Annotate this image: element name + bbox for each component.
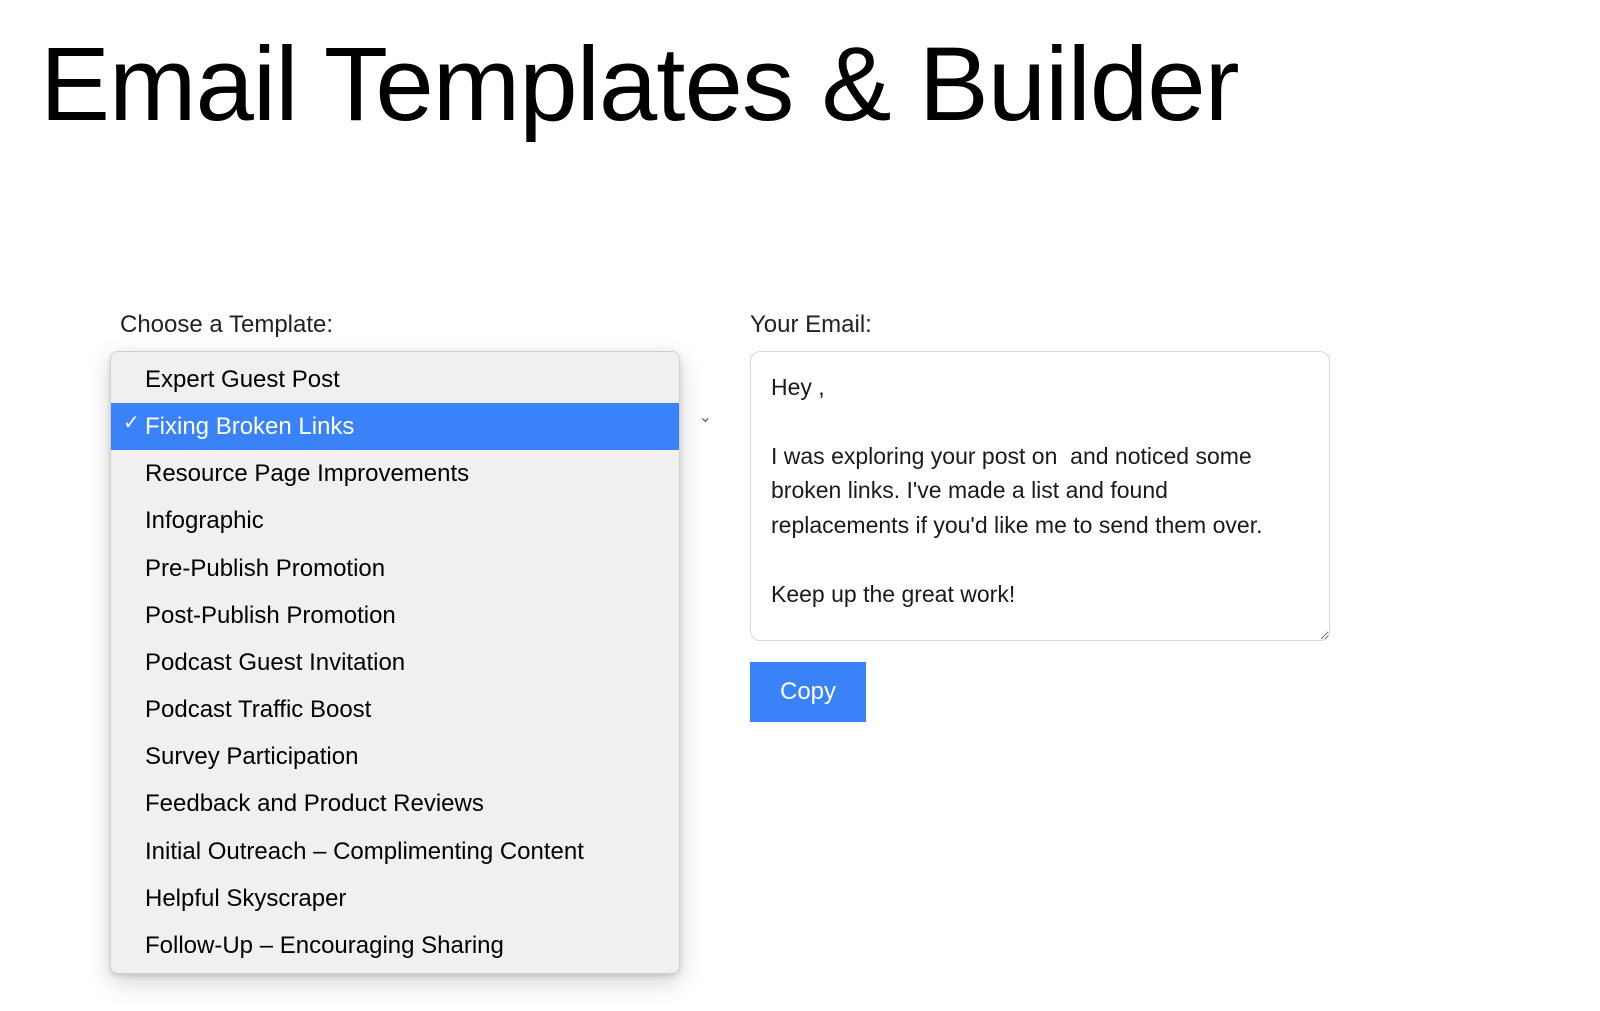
chevron-down-icon: ⌄ [699,407,712,427]
template-option-follow-up[interactable]: Follow-Up – Encouraging Sharing [111,922,679,969]
email-column: Your Email: Copy [750,311,1330,722]
template-option-survey-participation[interactable]: Survey Participation [111,733,679,780]
template-column: Choose a Template: ⌄ Expert Guest Post F… [120,311,700,722]
content-area: Choose a Template: ⌄ Expert Guest Post F… [0,146,1600,722]
template-option-helpful-skyscraper[interactable]: Helpful Skyscraper [111,875,679,922]
template-option-feedback-and-product-reviews[interactable]: Feedback and Product Reviews [111,780,679,827]
template-option-fixing-broken-links[interactable]: Fixing Broken Links [111,403,679,450]
email-label: Your Email: [750,311,1330,339]
template-dropdown-menu[interactable]: Expert Guest Post Fixing Broken Links Re… [110,351,680,974]
template-option-initial-outreach[interactable]: Initial Outreach – Complimenting Content [111,828,679,875]
copy-button[interactable]: Copy [750,662,866,722]
email-textarea[interactable] [750,351,1330,641]
template-option-podcast-traffic-boost[interactable]: Podcast Traffic Boost [111,686,679,733]
template-option-post-publish-promotion[interactable]: Post-Publish Promotion [111,592,679,639]
template-option-resource-page-improvements[interactable]: Resource Page Improvements [111,450,679,497]
template-option-podcast-guest-invitation[interactable]: Podcast Guest Invitation [111,639,679,686]
template-label: Choose a Template: [120,311,700,339]
page-title: Email Templates & Builder [0,0,1600,146]
template-option-expert-guest-post[interactable]: Expert Guest Post [111,356,679,403]
template-option-infographic[interactable]: Infographic [111,497,679,544]
template-option-pre-publish-promotion[interactable]: Pre-Publish Promotion [111,545,679,592]
